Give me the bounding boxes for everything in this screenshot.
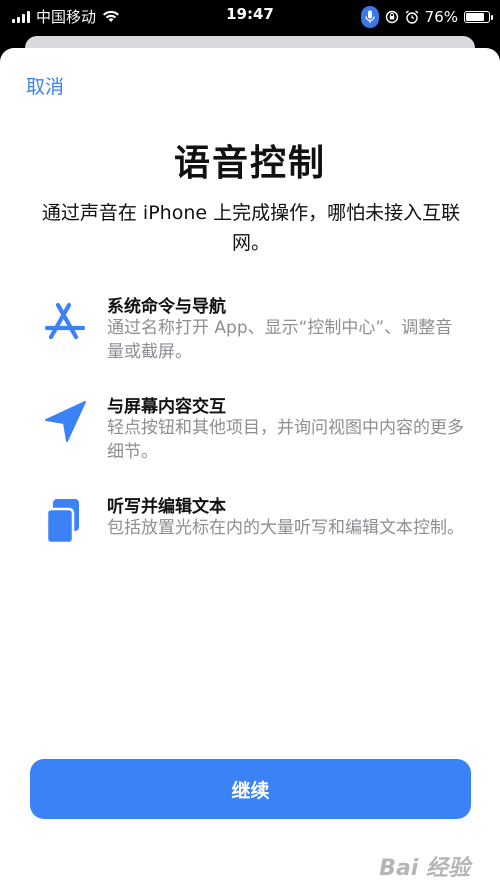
page-subtitle: 通过声音在 iPhone 上完成操作，哪怕未接入互联网。 (41, 202, 461, 254)
continue-button[interactable]: 继续 (30, 759, 471, 819)
status-bar: 中国移动 19:47 76% (0, 0, 500, 30)
location-arrow-icon (40, 396, 90, 446)
watermark-logo: Bai 经验 (379, 856, 470, 881)
page-title: 语音控制 (173, 143, 326, 184)
feature-title: 系统命令与导航 (107, 297, 226, 317)
alarm-icon (405, 10, 419, 24)
feature-title: 听写并编辑文本 (107, 497, 226, 517)
cancel-button[interactable]: 取消 (26, 72, 64, 99)
status-right: 76% (360, 6, 493, 28)
feature-title: 与屏幕内容交互 (107, 397, 226, 417)
documents-icon (40, 496, 90, 546)
feature-description: 通过名称打开 App、显示“控制中心”、调整音量或截屏。 (107, 318, 453, 362)
feature-description: 包括放置光标在内的大量听写和编辑文本控制。 (107, 518, 464, 538)
battery-icon (464, 11, 493, 23)
feature-item-system-commands: 系统命令与导航 通过名称打开 App、显示“控制中心”、调整音量或截屏。 (40, 292, 470, 372)
voice-control-sheet: 取消 语音控制 通过声音在 iPhone 上完成操作，哪怕未接入互联网。 系统命… (0, 48, 500, 890)
battery-percentage: 76% (424, 8, 458, 26)
orientation-lock-icon (385, 10, 398, 24)
feature-item-screen-interaction: 与屏幕内容交互 轻点按钮和其他项目，并询问视图中内容的更多细节。 (40, 392, 470, 472)
feature-item-dictation: 听写并编辑文本 包括放置光标在内的大量听写和编辑文本控制。 (40, 492, 470, 572)
feature-description: 轻点按钮和其他项目，并询问视图中内容的更多细节。 (107, 418, 464, 462)
microphone-icon (360, 6, 379, 28)
app-store-icon (40, 296, 90, 346)
